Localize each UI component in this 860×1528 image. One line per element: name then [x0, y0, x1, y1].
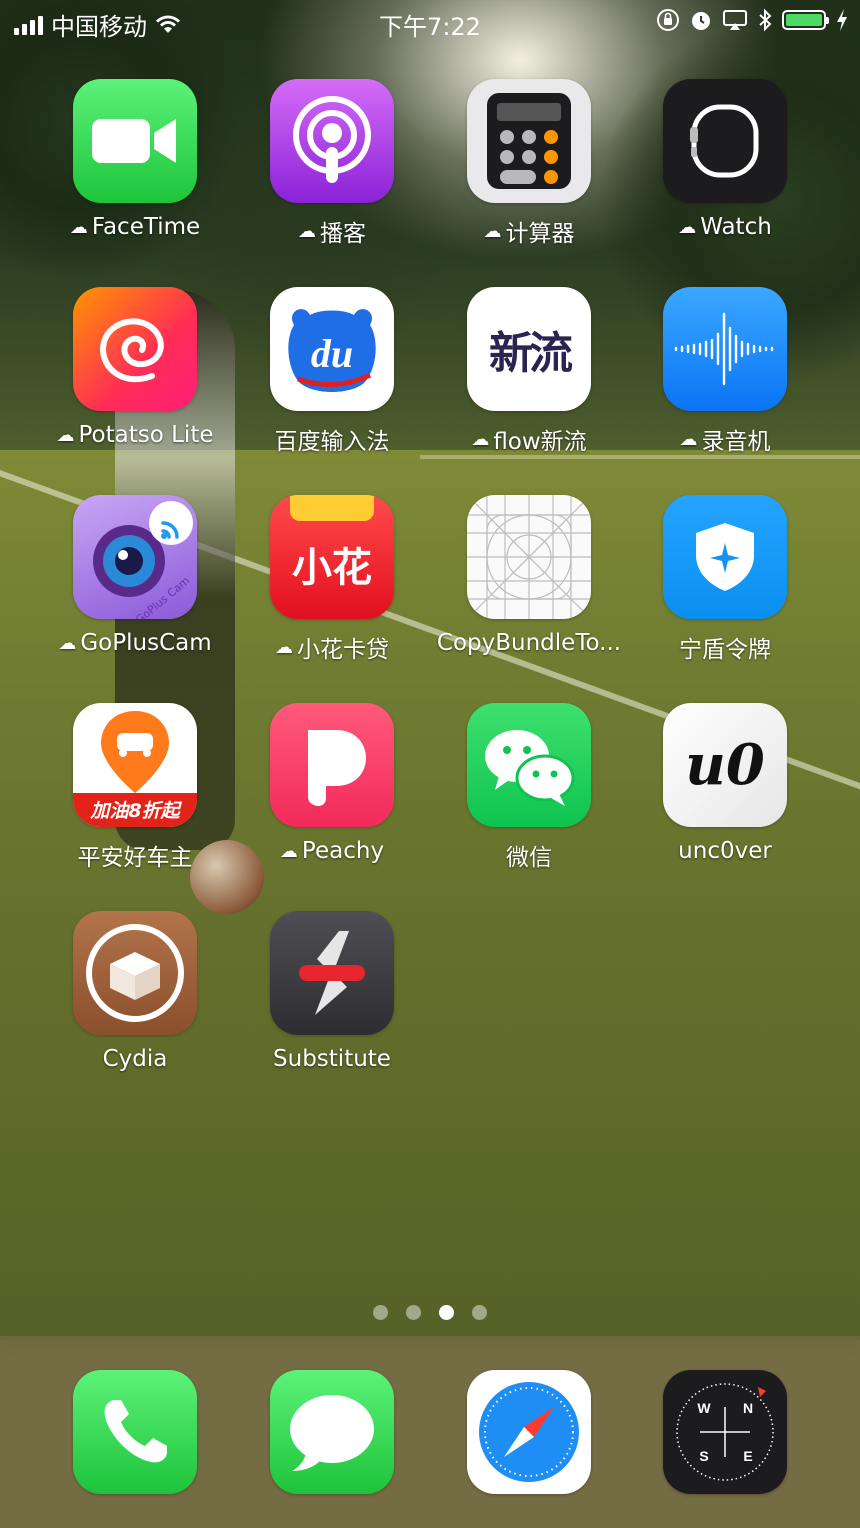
dock-app-messages[interactable] [234, 1370, 430, 1500]
app-label: Potatso Lite [78, 422, 214, 448]
app-label: 百度输入法 [274, 429, 390, 455]
gopluscam-icon: GoPlus Cam [73, 495, 197, 619]
compass-letter-n: N [743, 1400, 753, 1416]
icloud-download-icon: ☁ [298, 220, 316, 242]
app-label: flow新流 [493, 429, 587, 455]
status-bar: 中国移动 下午7:22 [0, 0, 860, 44]
battery-icon [782, 10, 829, 30]
app-label: FaceTime [91, 214, 201, 240]
alarm-icon [692, 12, 710, 30]
app-copybundle[interactable]: CopyBundleTo... [431, 495, 627, 685]
app-xiaohua[interactable]: 小花 ☁ 小花卡贷 [234, 495, 430, 685]
app-label: 微信 [506, 845, 552, 871]
icloud-download-icon: ☁ [679, 428, 698, 450]
app-peachy[interactable]: ☁ Peachy [234, 703, 430, 893]
icloud-download-icon: ☁ [58, 632, 77, 654]
app-label: 平安好车主 [77, 845, 193, 871]
baidu-ime-icon: du [270, 287, 394, 411]
messages-icon [270, 1370, 394, 1494]
compass-letter-e: E [743, 1448, 752, 1464]
uncover-icon-text: u0 [685, 732, 765, 798]
icloud-download-icon: ☁ [471, 428, 490, 450]
voice-memos-icon [663, 287, 787, 411]
battery-fill [786, 14, 822, 26]
app-label: CopyBundleTo... [436, 630, 622, 656]
app-uncover[interactable]: u0 unc0ver [627, 703, 823, 893]
icloud-download-icon: ☁ [56, 424, 75, 446]
app-voice-memos[interactable]: ☁ 录音机 [627, 287, 823, 477]
xiaohua-icon-text: 小花 [292, 545, 372, 591]
app-flow[interactable]: 新流 ☁ flow新流 [431, 287, 627, 477]
icloud-download-icon: ☁ [275, 636, 293, 658]
icloud-download-icon: ☁ [483, 220, 502, 242]
wechat-icon [467, 703, 591, 827]
app-label: Peachy [301, 838, 385, 864]
uncover-icon: u0 [663, 703, 787, 827]
app-label: Substitute [273, 1046, 391, 1072]
podcasts-icon [270, 79, 394, 203]
flow-icon: 新流 [467, 287, 591, 411]
app-cydia[interactable]: Cydia [37, 911, 233, 1101]
app-facetime[interactable]: ☁ FaceTime [37, 79, 233, 269]
airplay-icon [723, 10, 747, 30]
page-dot-active[interactable] [439, 1305, 454, 1320]
app-gopluscam[interactable]: GoPlus Cam ☁ GoPlusCam [37, 495, 233, 685]
bluetooth-icon [759, 8, 772, 32]
dock-app-safari[interactable] [431, 1370, 627, 1500]
app-wechat[interactable]: 微信 [431, 703, 627, 893]
app-potatso-lite[interactable]: ☁ Potatso Lite [37, 287, 233, 477]
app-label: 宁盾令牌 [679, 637, 771, 663]
facetime-icon [73, 79, 197, 203]
app-label: Watch [700, 214, 772, 240]
ningdun-icon [663, 495, 787, 619]
app-baidu-ime[interactable]: du 百度输入法 [234, 287, 430, 477]
dock-app-compass[interactable]: N W S E [627, 1370, 823, 1500]
app-pingan[interactable]: 加油8折起 平安好车主 [37, 703, 233, 893]
app-label: 播客 [320, 221, 366, 247]
copybundle-icon [467, 495, 591, 619]
app-label: 录音机 [701, 429, 771, 455]
icloud-download-icon: ☁ [678, 216, 697, 238]
xiaohua-icon: 小花 [270, 495, 394, 619]
watch-icon [663, 79, 787, 203]
app-calculator[interactable]: ☁ 计算器 [431, 79, 627, 269]
icloud-download-icon: ☁ [279, 840, 298, 862]
dock-app-phone[interactable] [37, 1370, 233, 1500]
app-substitute[interactable]: Substitute [234, 911, 430, 1101]
page-dot[interactable] [406, 1305, 421, 1320]
safari-icon [467, 1370, 591, 1494]
app-label: 计算器 [505, 221, 575, 247]
substitute-icon [270, 911, 394, 1035]
flow-icon-text: 新流 [489, 328, 573, 379]
orientation-lock-icon [657, 9, 679, 31]
page-indicator[interactable] [0, 1305, 860, 1320]
compass-letter-w: W [697, 1400, 711, 1416]
peachy-icon [270, 703, 394, 827]
pingan-icon: 加油8折起 [73, 703, 197, 827]
potatso-icon [73, 287, 197, 411]
app-label: 小花卡贷 [297, 637, 389, 663]
dock: N W S E [0, 1336, 860, 1528]
charging-bolt-icon [837, 9, 847, 31]
compass-letter-s: S [699, 1448, 708, 1464]
page-dot[interactable] [472, 1305, 487, 1320]
pingan-icon-text: 加油8折起 [89, 800, 182, 822]
app-watch[interactable]: ☁ Watch [627, 79, 823, 269]
calculator-icon [467, 79, 591, 203]
baidu-du-text: du [311, 331, 353, 376]
icloud-download-icon: ☁ [69, 216, 88, 238]
app-podcasts[interactable]: ☁ 播客 [234, 79, 430, 269]
app-label: unc0ver [678, 838, 772, 864]
status-icons [656, 8, 848, 32]
app-label: Cydia [102, 1046, 168, 1072]
cydia-icon [73, 911, 197, 1035]
phone-icon [73, 1370, 197, 1494]
app-ningdun[interactable]: 宁盾令牌 [627, 495, 823, 685]
page-dot[interactable] [373, 1305, 388, 1320]
app-label: GoPlusCam [80, 630, 212, 656]
compass-icon: N W S E [663, 1370, 787, 1494]
